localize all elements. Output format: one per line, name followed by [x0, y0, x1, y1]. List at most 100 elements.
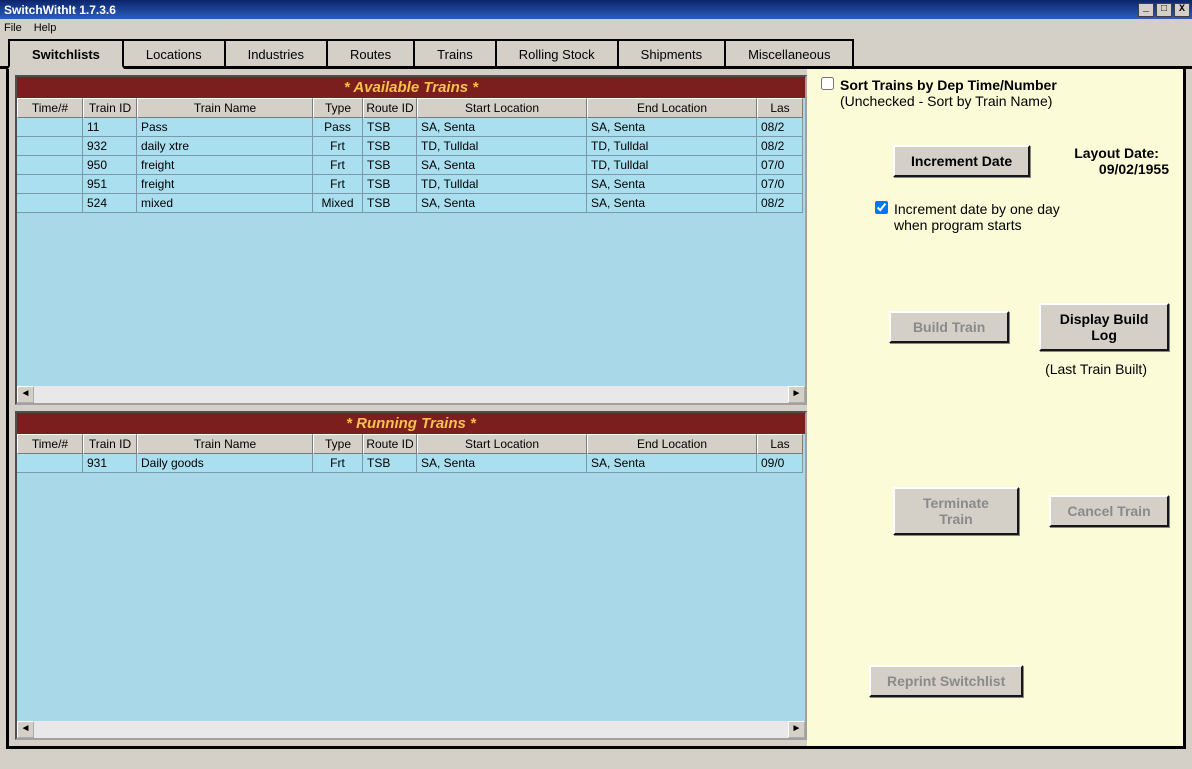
menu-help[interactable]: Help — [34, 22, 57, 34]
cell: TSB — [363, 194, 417, 213]
cell: SA, Senta — [587, 454, 757, 473]
scroll-right-icon[interactable]: ► — [788, 386, 805, 403]
col-header[interactable]: Type — [313, 98, 363, 118]
maximize-button[interactable]: □ — [1156, 3, 1172, 17]
table-row[interactable]: 524mixedMixedTSBSA, SentaSA, Senta08/2 — [17, 194, 805, 213]
increment-date-button[interactable]: Increment Date — [893, 145, 1030, 177]
menu-file[interactable]: File — [4, 22, 22, 34]
cell: Frt — [313, 137, 363, 156]
cell: Frt — [313, 156, 363, 175]
cell — [17, 118, 83, 137]
menubar: File Help — [0, 19, 1192, 37]
log-caption: (Last Train Built) — [1045, 361, 1169, 377]
sort-checkbox[interactable] — [821, 77, 834, 90]
scroll-left-icon[interactable]: ◄ — [17, 721, 34, 738]
cell: SA, Senta — [417, 454, 587, 473]
available-grid: Time/#Train IDTrain NameTypeRoute IDStar… — [17, 98, 805, 386]
cell: 950 — [83, 156, 137, 175]
tab-miscellaneous[interactable]: Miscellaneous — [724, 39, 854, 66]
col-header[interactable]: Train Name — [137, 98, 313, 118]
cell — [17, 454, 83, 473]
table-row[interactable]: 931Daily goodsFrtTSBSA, SentaSA, Senta09… — [17, 454, 805, 473]
terminate-train-button[interactable]: Terminate Train — [893, 487, 1019, 535]
col-header[interactable]: End Location — [587, 98, 757, 118]
cell: daily xtre — [137, 137, 313, 156]
cell: TSB — [363, 118, 417, 137]
cancel-train-button[interactable]: Cancel Train — [1049, 495, 1169, 527]
table-row[interactable]: 11PassPassTSBSA, SentaSA, Senta08/2 — [17, 118, 805, 137]
increment-on-start-checkbox[interactable] — [875, 201, 888, 214]
cell: 09/0 — [757, 454, 803, 473]
cell: Pass — [313, 118, 363, 137]
scroll-right-icon[interactable]: ► — [788, 721, 805, 738]
cell: Frt — [313, 175, 363, 194]
cell: mixed — [137, 194, 313, 213]
table-row[interactable]: 932daily xtreFrtTSBTD, TulldalTD, Tullda… — [17, 137, 805, 156]
col-header[interactable]: Route ID — [363, 434, 417, 454]
close-button[interactable]: X — [1174, 3, 1190, 17]
increment-on-start-label: Increment date by one day when program s… — [894, 201, 1074, 233]
running-grid: Time/#Train IDTrain NameTypeRoute IDStar… — [17, 434, 805, 722]
col-header[interactable]: Train ID — [83, 98, 137, 118]
sort-sublabel: (Unchecked - Sort by Train Name) — [840, 93, 1052, 109]
cell: SA, Senta — [587, 175, 757, 194]
col-header[interactable]: Time/# — [17, 98, 83, 118]
cell: TD, Tulldal — [587, 137, 757, 156]
cell: 08/2 — [757, 118, 803, 137]
tab-routes[interactable]: Routes — [326, 39, 415, 66]
tab-switchlists[interactable]: Switchlists — [8, 39, 124, 69]
display-build-log-button[interactable]: Display Build Log — [1039, 303, 1169, 351]
col-header[interactable]: Train Name — [137, 434, 313, 454]
tab-shipments[interactable]: Shipments — [617, 39, 726, 66]
cell — [17, 137, 83, 156]
running-hscroll[interactable]: ◄ ► — [17, 721, 805, 738]
col-header[interactable]: Train ID — [83, 434, 137, 454]
tab-industries[interactable]: Industries — [224, 39, 328, 66]
cell: TSB — [363, 156, 417, 175]
scroll-left-icon[interactable]: ◄ — [17, 386, 34, 403]
tabstrip: SwitchlistsLocationsIndustriesRoutesTrai… — [0, 39, 1192, 69]
cell: 524 — [83, 194, 137, 213]
col-header[interactable]: Route ID — [363, 98, 417, 118]
tab-rolling-stock[interactable]: Rolling Stock — [495, 39, 619, 66]
cell: TD, Tulldal — [417, 137, 587, 156]
minimize-button[interactable]: _ — [1138, 3, 1154, 17]
cell: Pass — [137, 118, 313, 137]
cell: SA, Senta — [587, 118, 757, 137]
tab-trains[interactable]: Trains — [413, 39, 497, 66]
cell: 932 — [83, 137, 137, 156]
cell: SA, Senta — [417, 118, 587, 137]
build-train-button[interactable]: Build Train — [889, 311, 1009, 343]
layout-date-label: Layout Date: — [1074, 145, 1159, 161]
cell: 07/0 — [757, 156, 803, 175]
reprint-switchlist-button[interactable]: Reprint Switchlist — [869, 665, 1023, 697]
cell: 11 — [83, 118, 137, 137]
cell: 08/2 — [757, 137, 803, 156]
col-header[interactable]: Type — [313, 434, 363, 454]
cell: Frt — [313, 454, 363, 473]
available-trains-panel: * Available Trains * Time/#Train IDTrain… — [15, 75, 807, 405]
cell: Mixed — [313, 194, 363, 213]
available-hscroll[interactable]: ◄ ► — [17, 386, 805, 403]
cell — [17, 194, 83, 213]
running-title: * Running Trains * — [17, 413, 805, 434]
table-row[interactable]: 951freightFrtTSBTD, TulldalSA, Senta07/0 — [17, 175, 805, 194]
col-header[interactable]: Start Location — [417, 434, 587, 454]
cell: 951 — [83, 175, 137, 194]
col-header[interactable]: Time/# — [17, 434, 83, 454]
cell: TD, Tulldal — [417, 175, 587, 194]
cell: freight — [137, 175, 313, 194]
left-column: * Available Trains * Time/#Train IDTrain… — [9, 69, 807, 746]
right-sidebar: Sort Trains by Dep Time/Number (Unchecke… — [807, 69, 1183, 746]
cell — [17, 175, 83, 194]
col-header[interactable]: Las — [757, 434, 803, 454]
col-header[interactable]: Start Location — [417, 98, 587, 118]
table-row[interactable]: 950freightFrtTSBSA, SentaTD, Tulldal07/0 — [17, 156, 805, 175]
col-header[interactable]: Las — [757, 98, 803, 118]
col-header[interactable]: End Location — [587, 434, 757, 454]
available-title: * Available Trains * — [17, 77, 805, 98]
tab-locations[interactable]: Locations — [122, 39, 226, 66]
cell: SA, Senta — [417, 194, 587, 213]
window-title: SwitchWithIt 1.7.3.6 — [4, 3, 1138, 17]
cell: Daily goods — [137, 454, 313, 473]
